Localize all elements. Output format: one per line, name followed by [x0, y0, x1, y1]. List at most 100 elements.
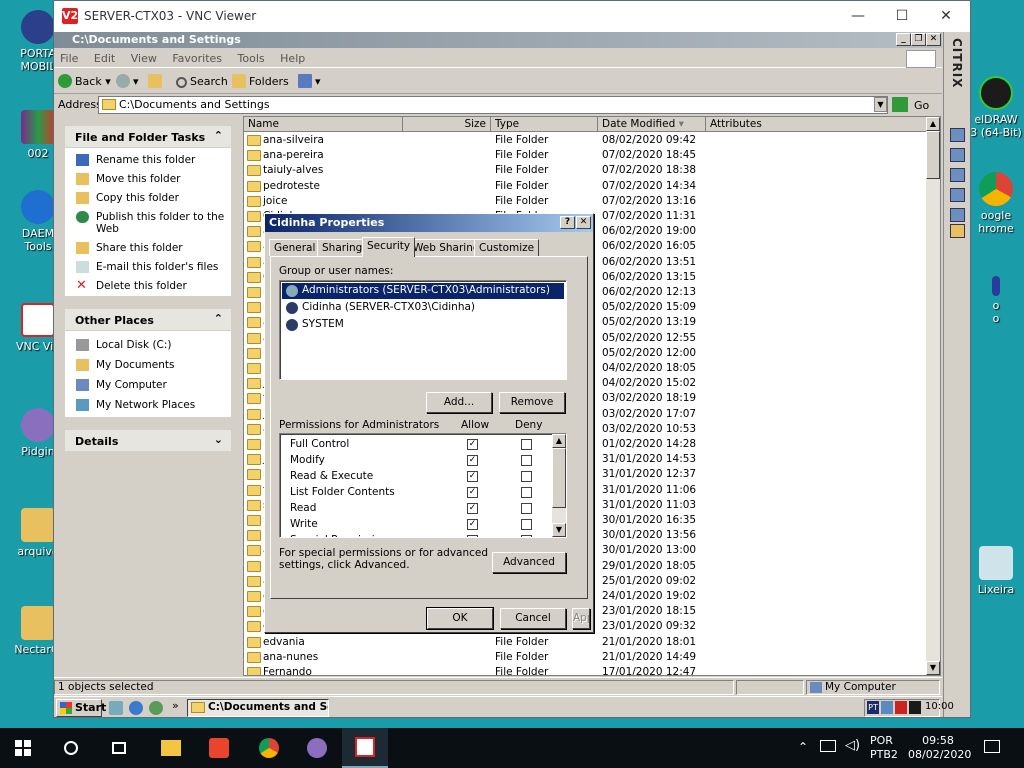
move-folder-link[interactable]: Move this folder [65, 171, 231, 187]
citrix-app-icon[interactable] [950, 128, 965, 142]
delete-folder-link[interactable]: ✕ Delete this folder [65, 278, 231, 294]
show-hidden-icons-button[interactable]: ⌃ [798, 740, 808, 754]
citrix-folder-icon[interactable] [950, 224, 965, 238]
cancel-button[interactable]: Cancel [500, 608, 566, 629]
table-row[interactable]: edvania File Folder 21/01/2020 18:01 [244, 635, 928, 650]
ie-icon[interactable] [129, 701, 143, 715]
tab-sharing[interactable]: Sharing [317, 239, 368, 256]
dialog-close-button[interactable]: ✕ [576, 216, 591, 229]
views-button[interactable]: ▾ [298, 74, 321, 90]
share-folder-link[interactable]: Share this folder [65, 240, 231, 256]
add-button[interactable]: Add... [426, 392, 492, 413]
tab-customize[interactable]: Customize [474, 239, 540, 256]
deny-checkbox[interactable] [521, 471, 532, 482]
citrix-app-icon[interactable] [950, 168, 965, 182]
desktop-icon-chrome[interactable]: oogle hrome [968, 172, 1024, 235]
user-administrators[interactable]: Administrators (SERVER-CTX03\Administrat… [282, 283, 564, 299]
allow-checkbox[interactable]: ✓ [467, 519, 478, 530]
my-computer-link[interactable]: My Computer [65, 377, 231, 393]
menu-tools[interactable]: Tools [232, 49, 271, 65]
remove-button[interactable]: Remove [499, 392, 565, 413]
my-documents-link[interactable]: My Documents [65, 357, 231, 373]
apply-button[interactable]: Apply [572, 608, 590, 629]
citrix-app-icon[interactable] [950, 148, 965, 162]
expand-icon[interactable]: ⌄ [214, 433, 223, 446]
allow-checkbox[interactable] [467, 535, 478, 537]
start-button[interactable]: Start [56, 699, 106, 717]
menu-favorites[interactable]: Favorites [166, 49, 228, 65]
network-tray-icon[interactable] [881, 701, 893, 714]
explorer-close-button[interactable]: ✕ [926, 33, 941, 46]
user-list[interactable]: Administrators (SERVER-CTX03\Administrat… [279, 280, 567, 380]
user-cidinha[interactable]: Cidinha (SERVER-CTX03\Cidinha) [282, 300, 564, 316]
other-places-header[interactable]: Other Places ⌃ [65, 309, 231, 331]
deny-checkbox[interactable] [521, 487, 532, 498]
vnc-taskbar-button[interactable] [342, 728, 388, 768]
scroll-thumb[interactable] [926, 131, 940, 179]
rename-folder-link[interactable]: Rename this folder [65, 152, 231, 168]
citrix-app-icon[interactable] [950, 208, 965, 222]
address-dropdown-button[interactable]: ▼ [874, 97, 887, 112]
show-desktop-icon[interactable] [109, 701, 123, 715]
scroll-down-button[interactable]: ▼ [552, 523, 566, 537]
deny-checkbox[interactable] [521, 503, 532, 514]
permissions-scrollbar[interactable]: ▲ ▼ [552, 434, 566, 537]
menu-edit[interactable]: Edit [88, 49, 121, 65]
lang-indicator[interactable]: PT [867, 701, 879, 714]
publish-folder-link[interactable]: Publish this folder to the Web [65, 209, 231, 237]
address-input[interactable]: C:\Documents and Settings [98, 96, 888, 114]
tab-general[interactable]: General [269, 239, 321, 256]
chrome-taskbar-button[interactable] [246, 728, 292, 768]
collapse-icon[interactable]: ⌃ [214, 129, 223, 142]
table-row[interactable]: pedroteste File Folder 07/02/2020 14:34 [244, 179, 928, 194]
allow-checkbox[interactable]: ✓ [467, 503, 478, 514]
column-header-type[interactable]: Type [491, 117, 598, 132]
details-header[interactable]: Details ⌄ [65, 430, 231, 452]
maximize-button[interactable]: ☐ [880, 5, 924, 29]
vertical-scrollbar[interactable]: ▲ ▼ [926, 117, 940, 675]
desktop-icon-partial[interactable]: o o [968, 276, 1024, 325]
column-header-date-modified[interactable]: Date Modified ▾ [598, 117, 706, 132]
input-language-indicator[interactable]: POR PTB2 [870, 734, 898, 762]
deny-checkbox[interactable] [521, 535, 532, 537]
copy-folder-link[interactable]: Copy this folder [65, 190, 231, 206]
table-row[interactable]: Fernando File Folder 17/01/2020 12:47 [244, 665, 928, 675]
desktop-icon-coreldraw[interactable]: elDRAW 3 (64-Bit) [968, 76, 1024, 139]
explorer-restore-button[interactable]: ❐ [911, 33, 926, 46]
vnc-title-bar[interactable]: V2 SERVER-CTX03 - VNC Viewer — ☐ ✕ [54, 1, 970, 32]
up-button[interactable] [148, 74, 165, 90]
file-explorer-taskbar-button[interactable] [148, 728, 194, 768]
scroll-up-button[interactable]: ▲ [926, 117, 940, 131]
column-header-size[interactable]: Size [403, 117, 491, 132]
explorer-title-bar[interactable]: C:\Documents and Settings _ ❐ ✕ [54, 32, 942, 48]
table-row[interactable]: joice File Folder 07/02/2020 13:16 [244, 194, 928, 209]
desktop-icon-lixeira[interactable]: Lixeira [968, 546, 1024, 596]
pidgin-taskbar-button[interactable] [294, 728, 340, 768]
media-icon[interactable] [149, 701, 163, 715]
allow-checkbox[interactable]: ✓ [467, 487, 478, 498]
forward-button[interactable]: ▾ [116, 74, 139, 90]
deny-checkbox[interactable] [521, 439, 532, 450]
scroll-thumb[interactable] [552, 448, 566, 508]
table-row[interactable]: taiuly-alves File Folder 07/02/2020 18:38 [244, 163, 928, 178]
table-row[interactable]: ana-nunes File Folder 21/01/2020 14:49 [244, 650, 928, 665]
column-header-attributes[interactable]: Attributes [706, 117, 928, 132]
email-files-link[interactable]: E-mail this folder's files [65, 259, 231, 275]
explorer-minimize-button[interactable]: _ [896, 33, 911, 46]
dialog-title-bar[interactable]: Cidinha Properties ? ✕ [265, 214, 593, 232]
back-button[interactable]: Back ▾ [58, 74, 111, 90]
my-network-places-link[interactable]: My Network Places [65, 397, 231, 413]
table-row[interactable]: ana-pereira File Folder 07/02/2020 18:45 [244, 148, 928, 163]
security-tray-icon[interactable] [895, 701, 907, 714]
collapse-icon[interactable]: ⌃ [214, 312, 223, 325]
folders-button[interactable]: Folders [232, 74, 289, 90]
action-center-icon[interactable] [984, 740, 1000, 753]
close-button[interactable]: ✕ [924, 5, 968, 29]
tab-security[interactable]: Security [362, 237, 416, 257]
menu-help[interactable]: Help [274, 49, 311, 65]
allow-checkbox[interactable]: ✓ [467, 471, 478, 482]
anydesk-taskbar-button[interactable] [196, 728, 242, 768]
scroll-down-button[interactable]: ▼ [926, 661, 940, 675]
scroll-up-button[interactable]: ▲ [552, 434, 566, 448]
user-system[interactable]: SYSTEM [282, 317, 564, 333]
